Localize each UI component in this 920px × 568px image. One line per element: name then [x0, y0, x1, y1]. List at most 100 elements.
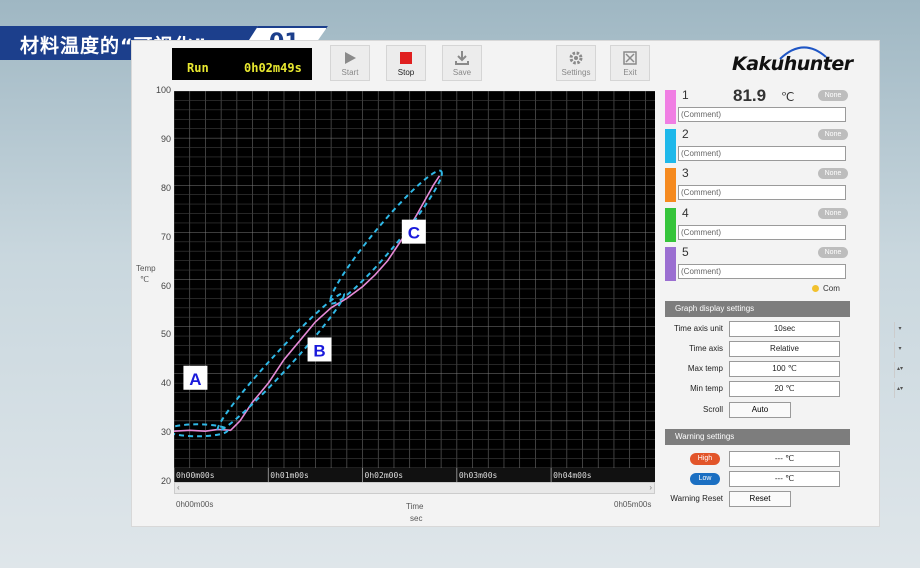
y-axis-title: Temp	[136, 264, 156, 273]
time-axis-row: Time axis Relative ▾	[665, 341, 902, 358]
stop-icon	[400, 52, 412, 64]
y-tick-label: 80	[160, 182, 171, 193]
high-warning-input[interactable]: --- ℃	[729, 451, 840, 467]
low-warning-input[interactable]: --- ℃	[729, 471, 840, 487]
legend-com-label: Com	[823, 284, 840, 293]
channel-status-badge[interactable]: None	[818, 168, 848, 180]
annotation-label-c: C	[408, 224, 420, 243]
min-temp-label: Min temp	[690, 384, 723, 393]
channel-color-swatch	[665, 90, 676, 124]
x-axis-title: Time	[406, 502, 424, 511]
channel-4: 4 None (Comment)	[665, 205, 850, 244]
channel-color-swatch	[665, 246, 676, 281]
start-label: Start	[341, 68, 359, 77]
exit-button[interactable]: Exit	[610, 45, 650, 81]
scroll-right-icon[interactable]: ›	[649, 483, 652, 492]
x-tick-label: 0h00m00s	[176, 471, 215, 480]
time-axis-unit-row: Time axis unit 10sec ▾	[665, 321, 902, 338]
channel-color-swatch	[665, 207, 676, 242]
channel-1: 1 81.9 ℃ None (Comment)	[665, 86, 850, 126]
channel-status-badge[interactable]: None	[818, 246, 848, 258]
channel-number: 3	[682, 166, 689, 181]
low-badge: Low	[690, 473, 720, 485]
settings-button[interactable]: Settings	[556, 45, 596, 81]
save-label: Save	[452, 68, 472, 77]
y-tick-label: 30	[160, 427, 171, 438]
warning-settings-header: Warning settings	[665, 429, 850, 445]
dropdown-arrow-icon[interactable]: ▾	[894, 342, 905, 358]
channel-comment-input[interactable]: (Comment)	[678, 146, 846, 162]
channel-3: 3 None (Comment)	[665, 166, 850, 204]
x-range-end: 0h05m00s	[614, 500, 652, 509]
warning-reset-button[interactable]: Reset	[729, 491, 791, 507]
y-tick-label: 50	[160, 329, 171, 340]
x-tick-label: 0h02m00s	[365, 471, 404, 480]
max-temp-row: Max temp 100 ℃ ▴▾	[665, 361, 903, 378]
stop-label: Stop	[397, 68, 415, 77]
app-window: Run 0h02m49s Start Stop Save Settings Ex…	[131, 40, 903, 527]
channel-color-swatch	[665, 129, 676, 164]
start-button[interactable]: Start	[330, 45, 370, 81]
gear-icon	[569, 51, 583, 65]
brand-logo: Kakuhunter	[732, 53, 853, 75]
channel-comment-input[interactable]: (Comment)	[678, 224, 846, 240]
y-tick-label: 90	[160, 133, 171, 144]
channel-comment-input[interactable]: (Comment)	[678, 107, 846, 122]
save-button[interactable]: Save	[442, 45, 482, 81]
max-temp-value: 100 ℃	[772, 364, 797, 373]
time-axis-label: Time axis	[689, 344, 723, 353]
channel-number: 5	[682, 244, 689, 259]
temperature-chart: 0h00m00s 0h01m00s 0h02m00s 0h03m00s 0h04m00s…	[174, 91, 655, 482]
channel-number: 1	[682, 88, 689, 102]
max-temp-label: Max temp	[687, 364, 723, 373]
min-temp-input[interactable]: 20 ℃ ▴▾	[729, 381, 903, 398]
stepper-icon[interactable]: ▴▾	[894, 382, 905, 398]
dropdown-arrow-icon[interactable]: ▾	[894, 322, 905, 338]
warning-reset-row: Warning Reset Reset	[665, 491, 850, 507]
scroll-auto-button[interactable]: Auto	[729, 402, 791, 418]
scroll-label: Scroll	[702, 405, 723, 414]
y-tick-label: 20	[160, 476, 171, 486]
channel-5: 5 None (Comment)	[665, 244, 850, 283]
time-axis-unit-label: Time axis unit	[673, 324, 723, 333]
low-warning-row: Low --- ℃	[665, 471, 850, 487]
chart-svg: 0h00m00s 0h01m00s 0h02m00s 0h03m00s 0h04m00s…	[174, 91, 655, 482]
max-temp-input[interactable]: 100 ℃ ▴▾	[729, 361, 903, 378]
channel-unit: ℃	[781, 90, 795, 104]
x-range-start: 0h00m00s	[176, 500, 214, 509]
stepper-icon[interactable]: ▴▾	[894, 362, 905, 378]
channel-number: 2	[682, 127, 689, 142]
channel-status-badge[interactable]: None	[818, 90, 848, 101]
channel-comment-input[interactable]: (Comment)	[678, 185, 846, 201]
graph-settings-header: Graph display settings	[665, 301, 850, 317]
time-axis-unit-select[interactable]: 10sec ▾	[729, 321, 902, 338]
time-axis-value: Relative	[770, 344, 799, 353]
y-tick-label: 40	[160, 378, 171, 389]
play-icon	[345, 52, 356, 64]
time-axis-select[interactable]: Relative ▾	[729, 341, 902, 358]
y-tick-label: 100	[155, 85, 171, 95]
min-temp-row: Min temp 20 ℃ ▴▾	[665, 381, 903, 398]
chart-scrollbar[interactable]: ‹ ›	[174, 482, 655, 494]
status-state: Run	[187, 61, 209, 75]
scroll-left-icon[interactable]: ‹	[177, 483, 180, 492]
annotation-label-b: B	[313, 341, 325, 360]
high-badge: High	[690, 453, 720, 465]
download-icon	[455, 51, 469, 65]
channel-2: 2 None (Comment)	[665, 127, 850, 165]
y-axis-unit: ℃	[140, 275, 149, 284]
channel-number: 4	[682, 205, 689, 220]
y-tick-label: 60	[160, 280, 171, 291]
channel-comment-input[interactable]: (Comment)	[678, 263, 846, 279]
x-tick-label: 0h04m00s	[553, 471, 592, 480]
x-tick-label: 0h03m00s	[459, 471, 498, 480]
channel-status-badge[interactable]: None	[818, 129, 848, 141]
channel-status-badge[interactable]: None	[818, 207, 848, 219]
y-tick-label: 70	[160, 231, 171, 242]
warning-reset-label: Warning Reset	[670, 494, 723, 503]
scroll-row: Scroll Auto	[665, 402, 850, 418]
channel-color-swatch	[665, 168, 676, 203]
stop-button[interactable]: Stop	[386, 45, 426, 81]
close-window-icon	[623, 51, 637, 65]
exit-label: Exit	[623, 68, 637, 77]
